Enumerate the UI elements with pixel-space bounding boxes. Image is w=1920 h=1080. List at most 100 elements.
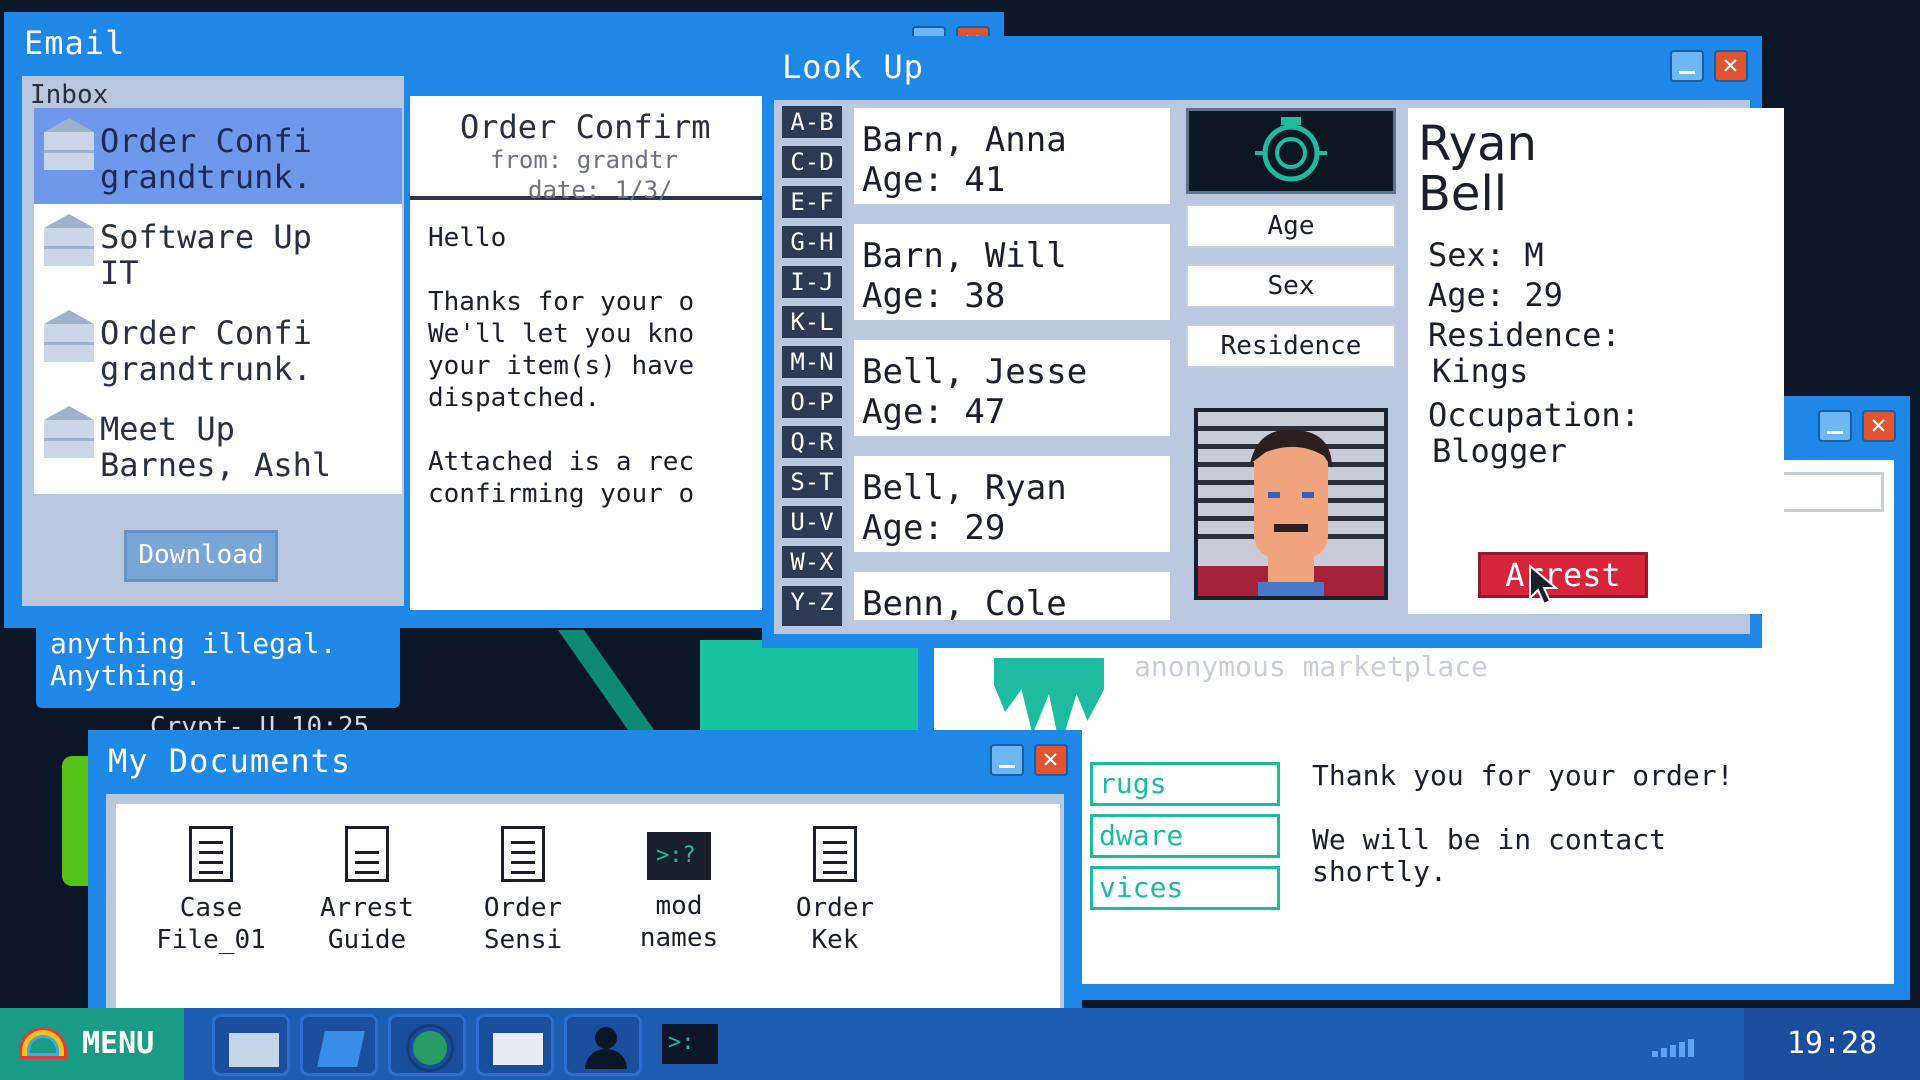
- document-icon: [813, 826, 857, 882]
- letter-tab[interactable]: K-L: [782, 306, 842, 346]
- lookup-content: A-B C-D E-F G-H I-J K-L M-N O-P Q-R S-T …: [774, 100, 1784, 634]
- letter-tab[interactable]: I-J: [782, 266, 842, 306]
- file-item[interactable]: Arrest Guide: [292, 826, 442, 956]
- close-button[interactable]: ✕: [1034, 744, 1068, 776]
- documents-window[interactable]: My Documents ✕ Case File_01 Arrest Guide…: [88, 730, 1082, 1020]
- marketplace-tab-hardware[interactable]: dware: [1090, 814, 1280, 858]
- note-icon[interactable]: [300, 1014, 378, 1076]
- start-menu-button[interactable]: MENU: [0, 1008, 184, 1080]
- taskbar: MENU >: 19:28: [0, 1008, 1920, 1080]
- person-age: Age: 29: [862, 508, 1006, 548]
- letter-tab[interactable]: G-H: [782, 226, 842, 266]
- letter-tab[interactable]: W-X: [782, 546, 842, 586]
- person-name: Barn, Anna: [862, 120, 1067, 160]
- minimize-button[interactable]: [1670, 50, 1704, 82]
- close-button[interactable]: ✕: [1862, 410, 1896, 442]
- person-name: Bell, Ryan: [862, 468, 1067, 508]
- letter-tab[interactable]: Q-R: [782, 426, 842, 466]
- rainbow-icon: [22, 1030, 64, 1056]
- minimize-button[interactable]: [990, 744, 1024, 776]
- person-card[interactable]: Bell, Ryan Age: 29: [854, 456, 1170, 552]
- documents-titlebar[interactable]: My Documents ✕: [94, 736, 1076, 782]
- person-icon[interactable]: [564, 1014, 642, 1076]
- lookup-title: Look Up: [782, 48, 924, 86]
- clock: 19:28: [1744, 1008, 1920, 1080]
- lion-crest-icon: [1255, 117, 1327, 182]
- lookup-titlebar[interactable]: Look Up ✕: [768, 42, 1756, 88]
- globe-icon[interactable]: [388, 1014, 466, 1076]
- detail-sex: Sex: M: [1428, 236, 1544, 274]
- documents-title: My Documents: [108, 742, 352, 780]
- mail-icon[interactable]: [476, 1014, 554, 1076]
- inbox-item-subject: Order Confi: [100, 122, 312, 160]
- order-confirmation-text: Thank you for your order! We will be in …: [1312, 759, 1734, 888]
- inbox-list: Order Confi grandtrunk. Software Up IT O…: [34, 108, 402, 494]
- person-name: Barn, Will: [862, 236, 1067, 276]
- file-item[interactable]: >:? mod names: [604, 826, 754, 954]
- person-card[interactable]: Bell, Jesse Age: 47: [854, 340, 1170, 436]
- message-pane: Order Confirm from: grandtr date: 1/3/ H…: [410, 96, 770, 610]
- inbox-pane: Inbox Order Confi grandtrunk. Software U…: [22, 76, 404, 606]
- person-name: Benn, Cole: [862, 584, 1067, 620]
- envelope-icon: [44, 310, 94, 362]
- sort-residence-button[interactable]: Residence: [1186, 324, 1396, 368]
- inbox-item[interactable]: Order Confi grandtrunk.: [34, 300, 402, 396]
- inbox-item[interactable]: Meet Up Barnes, Ashl: [34, 396, 402, 492]
- file-name: Order Kek: [795, 893, 875, 955]
- letter-tab[interactable]: A-B: [782, 106, 842, 146]
- mouse-cursor-icon: [1529, 564, 1559, 606]
- police-badge-logo: [1186, 108, 1396, 194]
- minimize-button[interactable]: [1818, 410, 1852, 442]
- download-button[interactable]: Download: [124, 530, 278, 582]
- person-card[interactable]: Barn, Will Age: 38: [854, 224, 1170, 320]
- folder-icon[interactable]: [212, 1014, 290, 1076]
- detail-occupation: Blogger: [1432, 432, 1567, 470]
- detail-residence-label: Residence:: [1428, 316, 1621, 354]
- arrest-button[interactable]: Arrest: [1478, 552, 1648, 598]
- person-age: Age: 38: [862, 276, 1006, 316]
- message-from: from: grandtr: [490, 146, 678, 174]
- inbox-label: Inbox: [30, 80, 109, 110]
- inbox-item[interactable]: Software Up IT: [34, 204, 402, 300]
- file-name: Arrest Guide: [320, 893, 414, 955]
- letter-tab[interactable]: U-V: [782, 506, 842, 546]
- file-name: mod names: [639, 891, 719, 953]
- file-item[interactable]: Case File_01: [136, 826, 286, 956]
- person-name: Bell, Jesse: [862, 352, 1088, 392]
- detail-occupation-label: Occupation:: [1428, 396, 1640, 434]
- marketplace-tab-services[interactable]: vices: [1090, 866, 1280, 910]
- marketplace-heading: anonymous marketplace: [1134, 650, 1489, 683]
- file-item[interactable]: Order Sensi: [448, 826, 598, 956]
- letter-tab[interactable]: C-D: [782, 146, 842, 186]
- message-body: Hello Thanks for your o We'll let you kn…: [428, 223, 695, 509]
- sort-age-button[interactable]: Age: [1186, 204, 1396, 248]
- inbox-item-subject: Order Confi: [100, 314, 312, 352]
- letter-tab[interactable]: M-N: [782, 346, 842, 386]
- last-name: Bell: [1418, 166, 1508, 222]
- terminal-icon[interactable]: >:: [662, 1024, 718, 1064]
- first-name: Ryan: [1418, 116, 1537, 172]
- person-card[interactable]: Benn, Cole: [854, 572, 1170, 620]
- detail-age: Age: 29: [1428, 276, 1563, 314]
- letter-tab[interactable]: S-T: [782, 466, 842, 506]
- document-icon: [189, 826, 233, 882]
- inbox-item[interactable]: Order Confi grandtrunk.: [34, 108, 402, 204]
- letter-tab[interactable]: E-F: [782, 186, 842, 226]
- documents-content: Case File_01 Arrest Guide Order Sensi >:…: [106, 794, 1064, 1020]
- close-button[interactable]: ✕: [1714, 50, 1748, 82]
- marketplace-tab-drugs[interactable]: rugs: [1090, 762, 1280, 806]
- background-shape: [700, 640, 930, 740]
- person-age: Age: 47: [862, 392, 1006, 432]
- inbox-item-subject: Meet Up: [100, 410, 235, 448]
- envelope-icon: [44, 214, 94, 266]
- inbox-item-sender: grandtrunk.: [100, 158, 312, 196]
- lookup-window[interactable]: Look Up ✕ A-B C-D E-F G-H I-J K-L M-N O-…: [762, 36, 1784, 648]
- letter-tab[interactable]: Y-Z: [782, 586, 842, 626]
- message-subject: Order Confirm: [460, 108, 711, 146]
- person-card[interactable]: Barn, Anna Age: 41: [854, 108, 1170, 204]
- mugshot-photo: [1194, 408, 1388, 600]
- file-name: Order Sensi: [483, 893, 563, 955]
- file-item[interactable]: Order Kek: [760, 826, 910, 956]
- sort-sex-button[interactable]: Sex: [1186, 264, 1396, 308]
- letter-tab[interactable]: O-P: [782, 386, 842, 426]
